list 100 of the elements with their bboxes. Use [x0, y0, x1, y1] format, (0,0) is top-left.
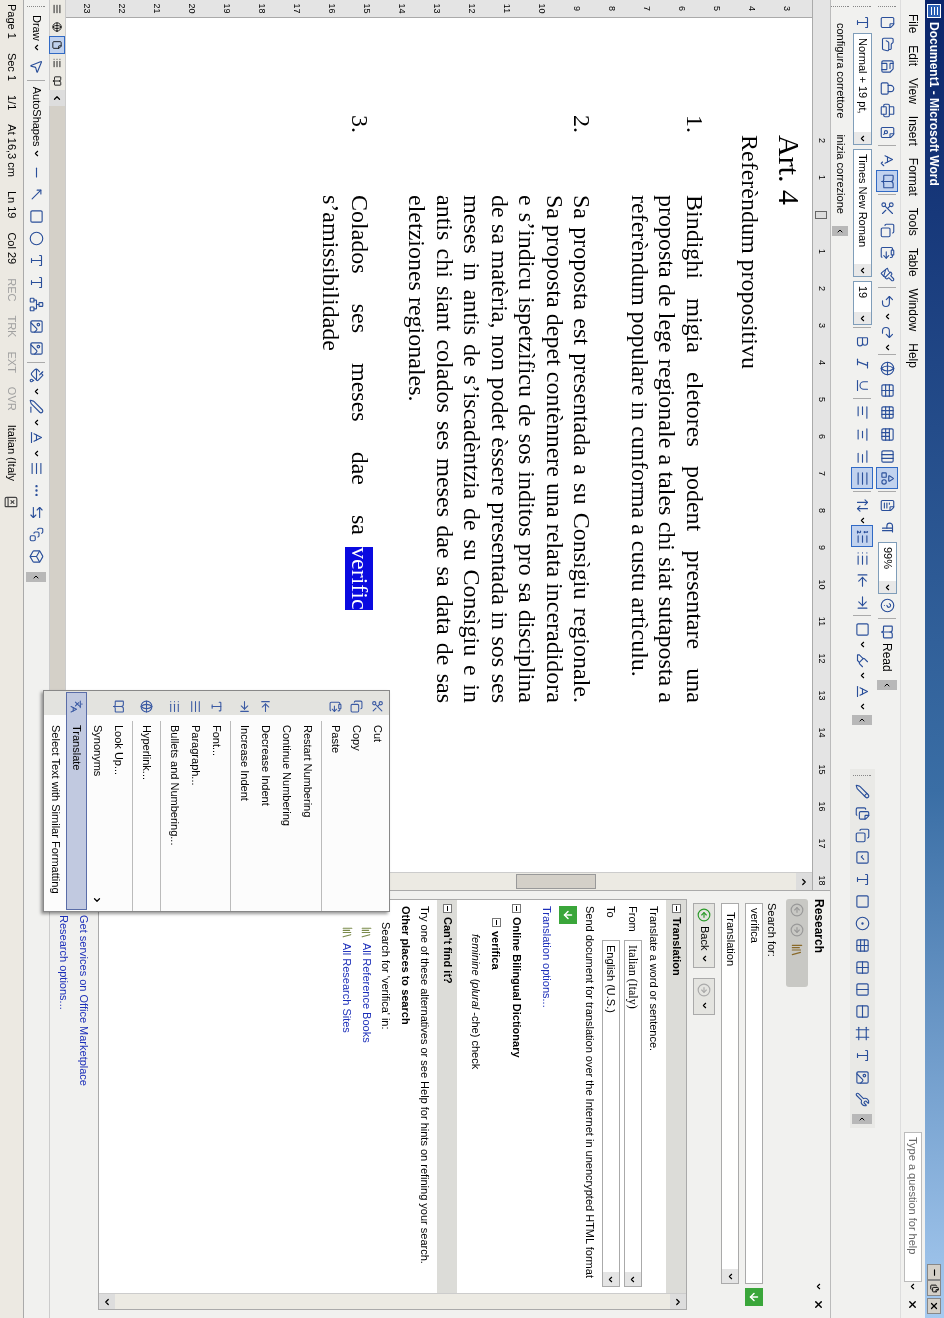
paragraph: Bindighi migia eletores podent presentare una proposta de lege regionale a tales chi siat sutaposta a referèndum populare in cunforma a custu artìculu.: [626, 195, 708, 703]
status-text: EXT: [4, 351, 19, 373]
ruler-number: 2: [817, 137, 826, 145]
from-language-dropdown[interactable]: Italian (Italy): [624, 940, 642, 1287]
menu-item[interactable]: Tools: [904, 201, 922, 242]
ruler-number: 15: [361, 3, 373, 14]
status-text: TRK: [4, 315, 19, 338]
search-label: Search for:: [765, 903, 779, 957]
menu-item[interactable]: Copy: [346, 692, 367, 910]
menu-item[interactable]: Bullets and Numbering...: [164, 692, 185, 910]
ruler-number: 10: [536, 3, 548, 14]
menu-item[interactable]: Font...: [206, 692, 227, 910]
zoom-dropdown[interactable]: 99%: [878, 542, 897, 594]
menu-item[interactable]: Hyperlink...: [136, 692, 157, 910]
ruler-number: 14: [817, 726, 826, 740]
help-search-field[interactable]: Type a question for help: [904, 1132, 922, 1282]
section-title: Can't find it?: [440, 917, 455, 984]
menu-item[interactable]: Restart Numbering: [297, 692, 318, 910]
menu-item[interactable]: Cut: [367, 692, 388, 910]
status-text: Italian (Italy: [4, 424, 19, 481]
hint-text: Try one of these alternatives or see Help for hints on refining your search.: [418, 906, 433, 1266]
reference-link[interactable]: All Reference Books: [358, 943, 375, 1043]
ruler-number: 5: [711, 6, 723, 11]
read-button[interactable]: Read: [878, 621, 897, 676]
menu-item[interactable]: Table: [904, 241, 922, 283]
menu-item[interactable]: Select Text with Similar Formatting: [45, 692, 66, 910]
ruler-number: 21: [151, 3, 163, 14]
ruler-number: 14: [396, 3, 408, 14]
ruler-number: 8: [817, 507, 826, 515]
ruler-number: 19: [221, 3, 233, 14]
article-heading: Art. 4: [774, 135, 804, 205]
ruler-number: 13: [431, 3, 443, 14]
menu-item[interactable]: Window: [904, 282, 922, 338]
pane-title: Research: [811, 899, 827, 954]
font-size-dropdown[interactable]: 19: [853, 281, 872, 325]
paragraph-text: Colados ses meses dae sa: [346, 195, 373, 535]
ruler-number: 23: [81, 3, 93, 14]
menu-item[interactable]: Look Up...: [108, 692, 129, 910]
macro-button[interactable]: inizia correzione: [832, 130, 849, 218]
ruler-number: 1: [817, 174, 826, 182]
ruler-number: 8: [606, 6, 618, 11]
status-text: 1/1: [4, 95, 19, 111]
ruler-number: 17: [291, 3, 303, 14]
menu-item[interactable]: Translate: [66, 692, 87, 910]
status-text: OVR: [4, 386, 19, 411]
reference-link[interactable]: All Research Sites: [339, 943, 356, 1033]
menu-item[interactable]: Edit: [904, 39, 922, 73]
translation-options-link[interactable]: Translation options...: [539, 906, 556, 1008]
research-options-link[interactable]: Research options...: [56, 915, 73, 1010]
intro-text: Translate a word or sentence.: [647, 906, 662, 1054]
macro-button[interactable]: configura correttore: [832, 19, 849, 123]
ruler-number: 11: [501, 3, 513, 14]
ruler-number: 7: [641, 6, 653, 11]
ruler-number: 6: [676, 6, 688, 11]
marketplace-link[interactable]: Get services on Office Marketplace: [75, 915, 92, 1086]
ruler-number: 17: [817, 837, 826, 851]
ruler-number: 9: [571, 6, 583, 11]
back-button[interactable]: Back: [693, 903, 716, 969]
selected-text: verific: [345, 547, 373, 610]
menu-item[interactable]: View: [904, 72, 922, 110]
status-text: Ln 19: [4, 190, 19, 219]
menu-item[interactable]: Paragraph...: [185, 692, 206, 910]
font-dropdown[interactable]: Times New Roman: [853, 149, 872, 277]
definition-text: feminine (plural -che) check: [469, 934, 483, 1070]
style-dropdown[interactable]: Normal + 19 pt,: [853, 33, 872, 145]
article-subheading: Referèndum propositivu: [736, 135, 764, 369]
status-text: Page 1: [4, 4, 19, 39]
menu-item[interactable]: Paste: [325, 692, 346, 910]
menu-item[interactable]: Help: [904, 337, 922, 374]
menu-item[interactable]: Synonyms: [87, 692, 108, 910]
draw-menu-button[interactable]: Draw: [28, 11, 45, 56]
from-label: From: [626, 906, 641, 932]
status-text: REC: [4, 278, 19, 302]
ruler-number: 20: [186, 3, 198, 14]
window-title: Document1 - Microsoft Word: [926, 22, 943, 186]
list-number: 2.: [568, 115, 596, 135]
search-field[interactable]: verifica: [745, 903, 764, 1284]
list-number: 3.: [346, 115, 373, 135]
ruler-number: 2: [817, 285, 826, 293]
autoshapes-menu-button[interactable]: AutoShapes: [28, 82, 45, 162]
menu-item[interactable]: Decrease Indent: [255, 692, 276, 910]
send-document-text: Send document for translation over the Internet in unencrypted HTML format: [583, 906, 597, 1280]
ruler-number: 13: [817, 689, 826, 703]
ruler-number: 4: [746, 6, 758, 11]
menu-item[interactable]: Increase Indent: [234, 692, 255, 910]
list-number: 1.: [681, 115, 708, 135]
other-places-heading: Other places to search: [399, 906, 413, 1027]
ruler-number: 9: [817, 544, 826, 552]
paragraph: Sa proposta est presentada a su Consìgiu regionale. Sa proposta depet contènnere una relata inceradidora e s’indicu ispetzìficu de sos inditos pro sa disciplina de sa matèria, non podet èssere presentada in sos ses meses in antis de s’iscadèntzia de su Consìgiu e in antis chi siant colados ses meses dae sa data de sas eletziones regionales.: [403, 195, 596, 703]
menu-item[interactable]: Format: [904, 151, 922, 202]
service-dropdown[interactable]: Translation: [721, 903, 740, 1284]
ruler-number: 16: [326, 3, 338, 14]
menu-item[interactable]: File: [904, 8, 922, 40]
ruler-number: 5: [817, 396, 826, 404]
ruler-number: 1: [817, 248, 826, 256]
ruler-number: 3: [781, 6, 793, 11]
menu-item[interactable]: Continue Numbering: [276, 692, 297, 910]
to-language-dropdown[interactable]: English (U.S.): [602, 940, 620, 1287]
status-text: At 16,3 cm: [4, 124, 19, 177]
menu-item[interactable]: Insert: [904, 109, 922, 152]
